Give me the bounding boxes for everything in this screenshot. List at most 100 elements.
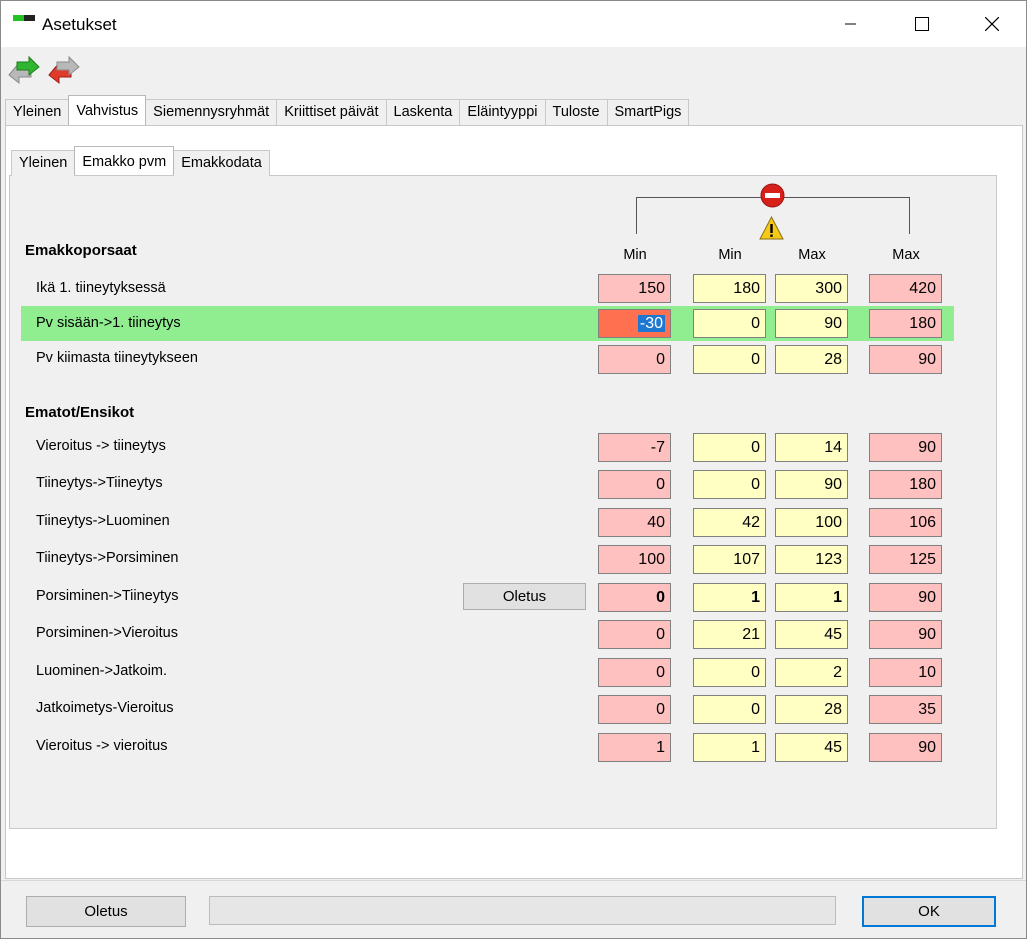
max-warning-field[interactable]: 45 <box>775 733 848 762</box>
min-error-field[interactable]: 0 <box>598 695 671 724</box>
max-warning-field[interactable]: 28 <box>775 695 848 724</box>
tab-siemennysryhmat[interactable]: Siemennysryhmät <box>145 99 278 125</box>
max-error-field[interactable]: 10 <box>869 658 942 687</box>
ok-button[interactable]: OK <box>862 896 996 927</box>
tab-yleinen[interactable]: Yleinen <box>5 99 70 125</box>
max-warning-field[interactable]: 2 <box>775 658 848 687</box>
row-label: Pv sisään->1. tiineytys <box>36 315 181 331</box>
row-label: Porsiminen->Tiineytys <box>36 588 179 604</box>
selected-text: -30 <box>637 315 665 332</box>
min-error-field[interactable]: -7 <box>598 433 671 462</box>
tab-elaintyyppi[interactable]: Eläintyyppi <box>459 99 546 125</box>
min-warning-field[interactable]: 42 <box>693 508 766 537</box>
row-label: Tiineytys->Porsiminen <box>36 550 179 566</box>
min-warning-field[interactable]: 0 <box>693 433 766 462</box>
maximize-icon <box>915 17 929 31</box>
minimize-icon <box>845 23 856 25</box>
stop-error-icon <box>760 183 785 208</box>
min-warning-field[interactable]: 1 <box>693 733 766 762</box>
row-label: Porsiminen->Vieroitus <box>36 625 178 641</box>
max-warning-field[interactable]: 45 <box>775 620 848 649</box>
min-warning-field[interactable]: 0 <box>693 345 766 374</box>
column-header-min-error: Min <box>623 247 647 263</box>
tab-vahvistus[interactable]: Vahvistus <box>68 95 147 125</box>
tab-inner-yleinen[interactable]: Yleinen <box>11 150 76 176</box>
min-warning-field[interactable]: 0 <box>693 695 766 724</box>
column-header-min-warning: Min <box>718 247 742 263</box>
max-warning-field[interactable]: 123 <box>775 545 848 574</box>
outer-tab-strip: Yleinen Vahvistus Siemennysryhmät Kriitt… <box>5 95 690 125</box>
bracket-line <box>636 197 637 234</box>
min-warning-field[interactable]: 180 <box>693 274 766 303</box>
min-warning-field[interactable]: 1 <box>693 583 766 612</box>
tab-smartpigs[interactable]: SmartPigs <box>606 99 690 125</box>
max-warning-field[interactable]: 90 <box>775 470 848 499</box>
tab-emakkodata[interactable]: Emakkodata <box>173 150 270 176</box>
max-error-field[interactable]: 90 <box>869 620 942 649</box>
reload-green-arrows-icon[interactable] <box>5 53 43 89</box>
min-warning-field[interactable]: 0 <box>693 658 766 687</box>
tab-laskenta[interactable]: Laskenta <box>385 99 461 125</box>
max-warning-field[interactable]: 28 <box>775 345 848 374</box>
max-warning-field[interactable]: 100 <box>775 508 848 537</box>
max-error-field[interactable]: 90 <box>869 733 942 762</box>
max-warning-field[interactable]: 300 <box>775 274 848 303</box>
window-title: Asetukset <box>42 15 117 34</box>
close-icon <box>985 17 999 31</box>
min-error-field[interactable]: 0 <box>598 345 671 374</box>
settings-window: Asetukset Yleinen Vahvistus Siemennysryh… <box>0 0 1027 939</box>
min-warning-field[interactable]: 21 <box>693 620 766 649</box>
app-icon <box>13 15 35 23</box>
min-error-field[interactable]: 100 <box>598 545 671 574</box>
maximize-button[interactable] <box>887 1 957 47</box>
max-error-field[interactable]: 90 <box>869 345 942 374</box>
close-button[interactable] <box>957 1 1027 47</box>
toolbar <box>1 47 1026 97</box>
max-error-field[interactable]: 90 <box>869 433 942 462</box>
column-header-max-warning: Max <box>798 247 826 263</box>
max-warning-field[interactable]: 14 <box>775 433 848 462</box>
reload-red-arrows-icon[interactable] <box>45 53 83 89</box>
row-label: Jatkoimetys-Vieroitus <box>36 700 174 716</box>
min-error-field[interactable]: 0 <box>598 583 671 612</box>
max-error-field[interactable]: 35 <box>869 695 942 724</box>
divider <box>1 880 1026 881</box>
min-error-field[interactable]: 0 <box>598 470 671 499</box>
default-button[interactable]: Oletus <box>26 896 186 927</box>
row-label: Luominen->Jatkoim. <box>36 663 167 679</box>
bracket-line <box>909 197 910 234</box>
row-label: Vieroitus -> vieroitus <box>36 738 168 754</box>
min-warning-field[interactable]: 107 <box>693 545 766 574</box>
min-warning-field[interactable]: 0 <box>693 309 766 338</box>
row-label: Ikä 1. tiineytyksessä <box>36 280 166 296</box>
row-default-button[interactable]: Oletus <box>463 583 586 610</box>
warning-icon <box>759 215 784 240</box>
section-title-emakkoporsaat: Emakkoporsaat <box>25 242 137 259</box>
tab-tuloste[interactable]: Tuloste <box>544 99 608 125</box>
max-error-field[interactable]: 180 <box>869 470 942 499</box>
max-warning-field[interactable]: 90 <box>775 309 848 338</box>
title-bar: Asetukset <box>1 1 1026 47</box>
min-error-field[interactable]: 1 <box>598 733 671 762</box>
min-warning-field[interactable]: 0 <box>693 470 766 499</box>
section-title-ematot-ensikot: Ematot/Ensikot <box>25 404 135 421</box>
min-error-field[interactable]: -30 <box>598 309 671 338</box>
inner-tab-panel <box>9 175 997 829</box>
max-error-field[interactable]: 420 <box>869 274 942 303</box>
inner-tab-strip: Yleinen Emakko pvm Emakkodata <box>11 146 270 176</box>
min-error-field[interactable]: 40 <box>598 508 671 537</box>
min-error-field[interactable]: 0 <box>598 658 671 687</box>
min-error-field[interactable]: 0 <box>598 620 671 649</box>
max-error-field[interactable]: 106 <box>869 508 942 537</box>
row-label: Tiineytys->Luominen <box>36 513 170 529</box>
tab-emakko-pvm[interactable]: Emakko pvm <box>74 146 175 175</box>
max-error-field[interactable]: 125 <box>869 545 942 574</box>
tab-kriittiset-paivat[interactable]: Kriittiset päivät <box>276 99 387 125</box>
row-label: Vieroitus -> tiineytys <box>36 438 166 454</box>
max-error-field[interactable]: 180 <box>869 309 942 338</box>
max-warning-field[interactable]: 1 <box>775 583 848 612</box>
max-error-field[interactable]: 90 <box>869 583 942 612</box>
row-label: Pv kiimasta tiineytykseen <box>36 350 198 366</box>
min-error-field[interactable]: 150 <box>598 274 671 303</box>
minimize-button[interactable] <box>816 1 886 47</box>
